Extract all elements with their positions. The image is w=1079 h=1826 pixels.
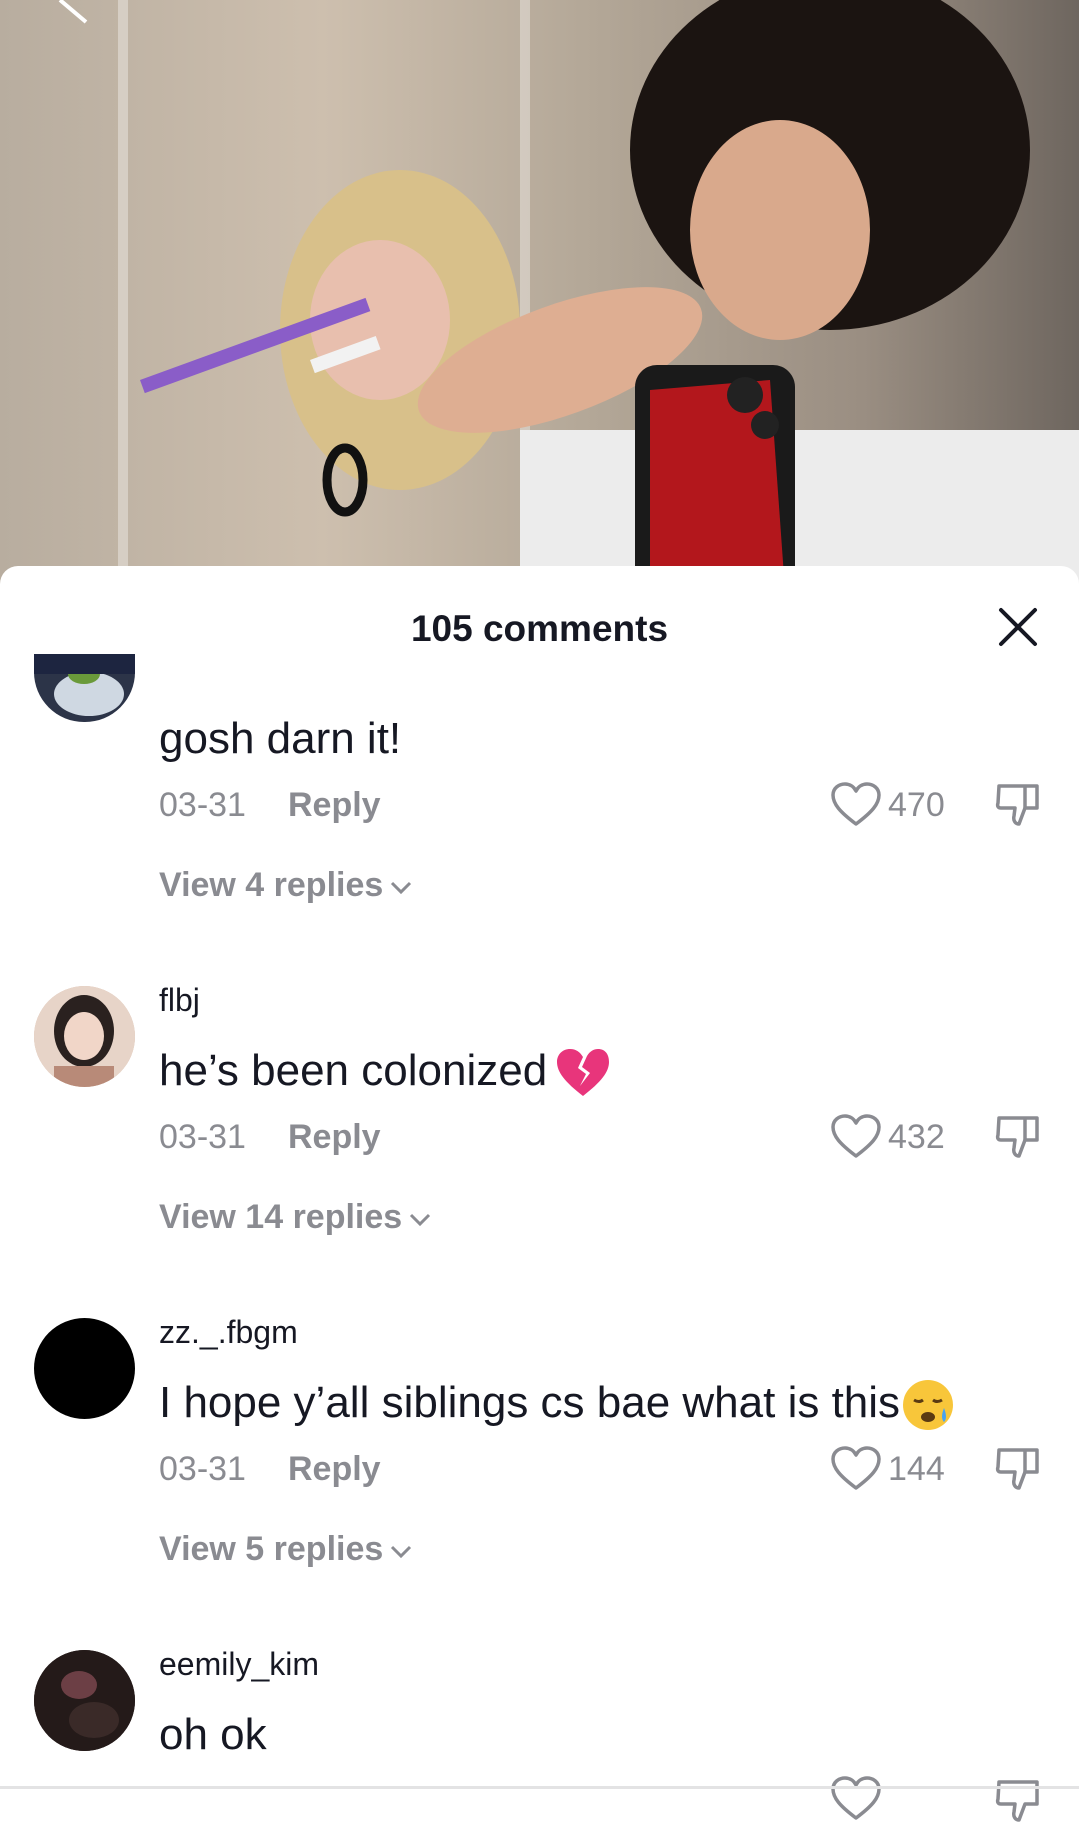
chevron-down-icon: [391, 1545, 412, 1559]
chevron-down-icon: [410, 1213, 431, 1227]
comment-date: 03-31: [159, 1118, 246, 1156]
reply-button[interactable]: Reply: [288, 1450, 381, 1489]
comment-text: he’s been colonized: [159, 1046, 548, 1095]
video-photo: [139, 0, 1079, 590]
heart-icon[interactable]: [830, 1776, 882, 1822]
avatar[interactable]: [34, 1650, 135, 1751]
comment-date: 03-31: [159, 786, 246, 824]
comment-text: oh ok: [159, 1710, 267, 1759]
comment-username[interactable]: zz._.fbgm: [159, 1314, 298, 1351]
comment-text: gosh darn it!: [159, 714, 402, 763]
comments-count-title: 105 comments: [410, 608, 669, 649]
avatar[interactable]: [34, 986, 135, 1087]
view-replies-button[interactable]: View 14 replies: [159, 1198, 432, 1237]
broken-heart-icon: [557, 1049, 610, 1097]
dislike-icon[interactable]: [993, 780, 1043, 830]
back-arrow-icon[interactable]: [48, 0, 108, 30]
like-count: 432: [888, 1118, 945, 1156]
avatar[interactable]: [34, 654, 135, 722]
comment-text-row: he’s been colonized: [159, 1046, 611, 1098]
comment-username[interactable]: flbj: [159, 982, 200, 1019]
comment-username[interactable]: eemily_kim: [159, 1646, 319, 1683]
sad-face-icon: [903, 1380, 954, 1431]
dislike-icon[interactable]: [993, 1444, 1043, 1494]
comment-text-row: I hope y’all siblings cs bae what is thi…: [159, 1378, 956, 1432]
comment-date: 03-31: [159, 1450, 246, 1488]
avatar[interactable]: [34, 1318, 135, 1419]
reply-button[interactable]: Reply: [288, 1118, 381, 1157]
heart-icon[interactable]: [830, 1446, 882, 1492]
view-replies-label: View 4 replies: [159, 866, 384, 904]
reply-button[interactable]: Reply: [288, 786, 381, 825]
view-replies-button[interactable]: View 4 replies: [159, 866, 413, 905]
view-replies-button[interactable]: View 5 replies: [159, 1530, 413, 1569]
heart-icon[interactable]: [830, 782, 882, 828]
video-area[interactable]: [0, 0, 1079, 590]
dislike-icon[interactable]: [993, 1776, 1043, 1826]
heart-icon[interactable]: [830, 1114, 882, 1160]
dislike-icon[interactable]: [993, 1112, 1043, 1162]
like-count: 144: [888, 1450, 945, 1488]
like-count: 470: [888, 786, 945, 824]
comment-text: I hope y’all siblings cs bae what is thi…: [159, 1378, 901, 1427]
comments-sheet: 105 comments gosh darn it! 03-31 Reply 4…: [0, 566, 1079, 1822]
chevron-down-icon: [391, 881, 412, 895]
close-icon[interactable]: [995, 604, 1041, 650]
view-replies-label: View 5 replies: [159, 1530, 384, 1568]
view-replies-label: View 14 replies: [159, 1198, 403, 1236]
